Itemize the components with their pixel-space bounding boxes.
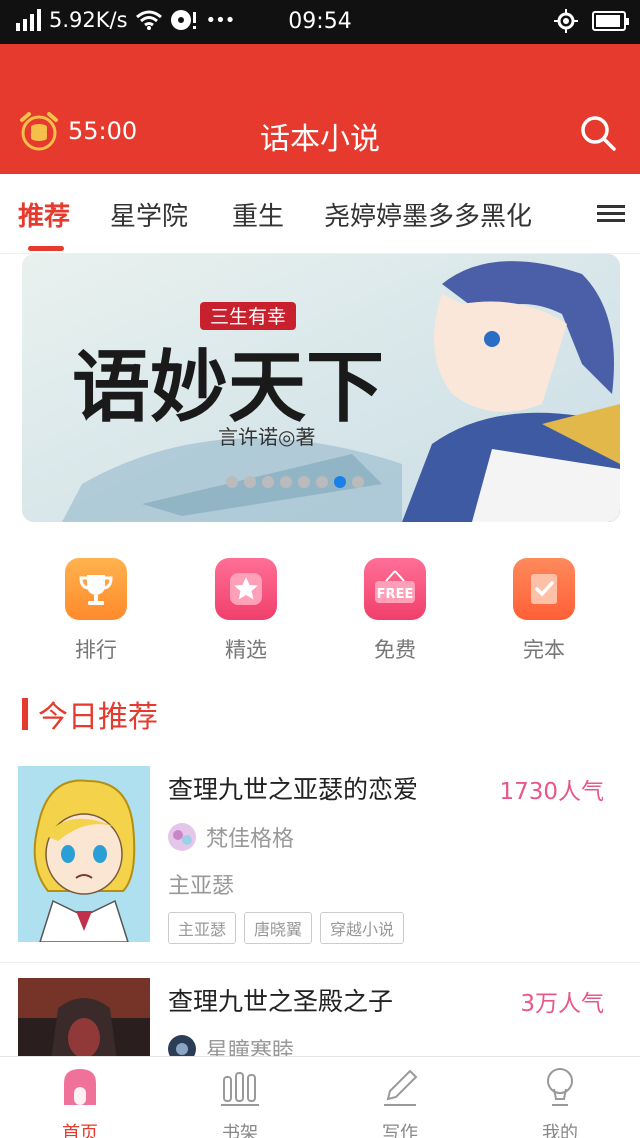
status-bar: 5.92K/s ••• 09:54	[0, 0, 640, 44]
nav-bookshelf[interactable]: 书架	[180, 1065, 300, 1138]
pagination-dot[interactable]	[262, 476, 274, 488]
nav-label: 我的	[542, 1123, 578, 1138]
pagination-dot[interactable]	[334, 476, 346, 488]
book-author: 梵佳格格	[168, 821, 294, 853]
bottom-navigation: 首页 书架 写作 我的	[0, 1056, 640, 1138]
home-icon	[64, 1069, 96, 1105]
bookshelf-icon	[221, 1072, 259, 1106]
location-icon	[554, 9, 578, 33]
section-accent-bar	[22, 698, 28, 730]
banner-pagination	[226, 476, 364, 488]
status-time: 09:54	[288, 9, 352, 34]
tab-star-academy[interactable]: 星学院	[110, 196, 188, 233]
nav-label: 写作	[382, 1123, 418, 1138]
pagination-dot[interactable]	[280, 476, 292, 488]
nav-label: 书架	[222, 1123, 258, 1138]
star-icon	[215, 558, 277, 620]
pagination-dot[interactable]	[316, 476, 328, 488]
pen-icon	[384, 1069, 418, 1106]
banner-title: 语妙天下	[72, 342, 384, 433]
author-name: 星瞳寒睦	[206, 1039, 295, 1056]
tab-recommend[interactable]: 推荐	[18, 196, 70, 233]
banner-subtitle: 三生有幸	[210, 306, 286, 328]
nav-label: 首页	[62, 1123, 98, 1138]
pagination-dot[interactable]	[226, 476, 238, 488]
book-popularity: 3万人气	[520, 991, 604, 1017]
quick-entry-label: 免费	[374, 638, 416, 662]
book-description: 主亚瑟	[168, 874, 235, 899]
check-book-icon	[513, 558, 575, 620]
app-title: 话本小说	[260, 122, 380, 157]
quick-entry-ranking[interactable]: 排行	[21, 558, 171, 664]
book-popularity: 1730人气	[499, 779, 604, 805]
pagination-dot[interactable]	[298, 476, 310, 488]
category-tabs: 推荐 星学院 重生 尧婷婷墨多多黑化 E	[0, 174, 640, 254]
quick-entry-featured[interactable]: 精选	[171, 558, 321, 664]
book-item[interactable]: 查理九世之圣殿之子 3万人气 星瞳寒睦	[0, 978, 640, 1056]
avatar	[168, 1035, 196, 1056]
quick-entry-label: 精选	[225, 638, 267, 662]
tab-rebirth[interactable]: 重生	[232, 196, 284, 233]
nav-profile[interactable]: 我的	[500, 1065, 620, 1138]
nav-write[interactable]: 写作	[340, 1065, 460, 1138]
search-icon[interactable]	[578, 113, 618, 153]
quick-entry-free[interactable]: FREE 免费	[320, 558, 470, 664]
book-title: 查理九世之亚瑟的恋爱	[168, 775, 419, 804]
active-tab-indicator	[28, 246, 64, 251]
author-name: 梵佳格格	[206, 827, 295, 852]
free-badge-text: FREE	[377, 587, 414, 602]
list-divider	[0, 962, 640, 963]
book-cover	[18, 978, 150, 1056]
book-tag[interactable]: 穿越小说	[320, 912, 405, 944]
tab-menu-icon[interactable]	[582, 174, 640, 252]
book-cover	[18, 766, 150, 942]
free-icon: FREE	[364, 558, 426, 620]
book-tag[interactable]: 唐晓翼	[244, 912, 313, 944]
quick-entry-completed[interactable]: 完本	[469, 558, 619, 664]
book-tags: 主亚瑟 唐晓翼 穿越小说	[168, 912, 405, 944]
nav-home[interactable]: 首页	[20, 1065, 140, 1138]
trophy-icon	[65, 558, 127, 620]
profile-icon	[547, 1068, 573, 1106]
avatar	[168, 823, 196, 851]
quick-entry-label: 完本	[523, 638, 565, 662]
tab-yao-tingting[interactable]: 尧婷婷墨多多黑化	[324, 196, 532, 233]
pagination-dot[interactable]	[244, 476, 256, 488]
battery-icon	[592, 11, 629, 31]
pagination-dot[interactable]	[352, 476, 364, 488]
section-title: 今日推荐	[38, 700, 158, 735]
quick-entry-label: 排行	[75, 638, 117, 662]
book-item[interactable]: 查理九世之亚瑟的恋爱 1730人气 梵佳格格 主亚瑟 主亚瑟 唐晓翼 穿越小说	[0, 766, 640, 962]
book-author: 星瞳寒睦	[168, 1033, 294, 1056]
book-tag[interactable]: 主亚瑟	[168, 912, 237, 944]
section-header: 今日推荐	[22, 692, 158, 736]
banner-author: 言许诺◎著	[218, 425, 315, 449]
book-title: 查理九世之圣殿之子	[168, 987, 394, 1016]
